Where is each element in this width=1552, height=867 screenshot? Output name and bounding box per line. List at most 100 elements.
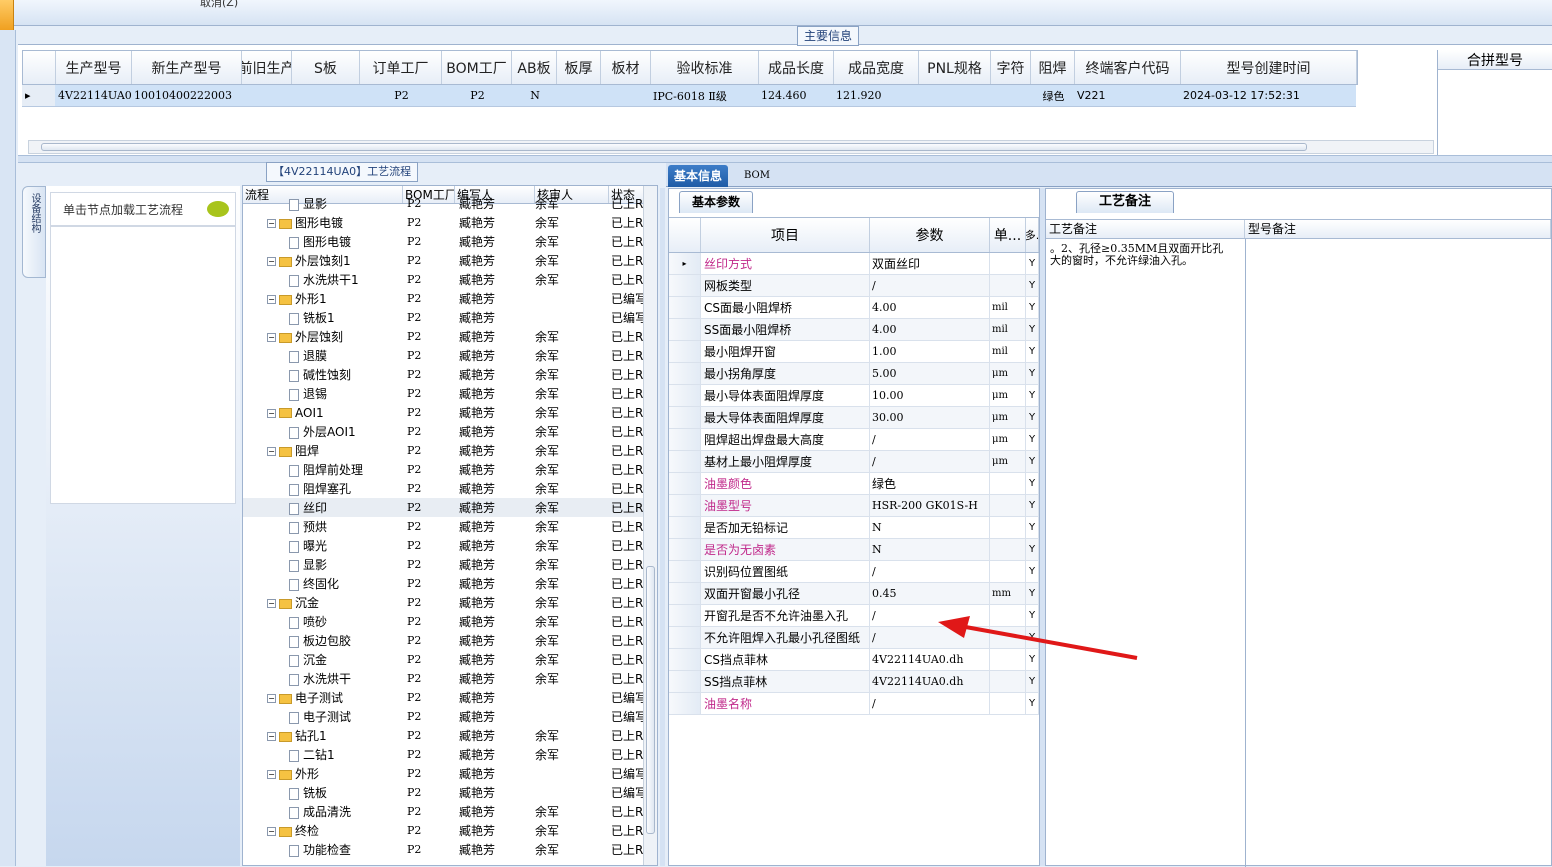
tree-node[interactable]: 预烘 xyxy=(289,518,327,535)
params-col-multi[interactable]: 多. xyxy=(1026,218,1039,252)
tree-row[interactable]: − 外形 P2 臧艳芳 已编写 xyxy=(243,764,647,783)
tree-row[interactable]: − 外层蚀刻1 P2 臧艳芳 余军 已上R xyxy=(243,251,643,270)
collapse-icon[interactable]: − xyxy=(267,447,276,456)
main-col-header[interactable]: 板厚 xyxy=(557,51,601,84)
param-value[interactable]: 30.00 xyxy=(870,407,990,428)
param-value[interactable]: 双面丝印 xyxy=(870,253,990,274)
process-notes-text[interactable]: 。2、孔径≥0.35MM且双面开比孔大的窗时，不允许绿油入孔。 xyxy=(1050,243,1228,267)
main-col-header[interactable]: 升级前旧生产型号 xyxy=(242,51,292,84)
scrollbar-thumb[interactable] xyxy=(646,566,655,834)
collapse-icon[interactable]: − xyxy=(267,295,276,304)
main-cell[interactable]: 124.460 xyxy=(758,85,833,106)
param-value[interactable]: / xyxy=(870,275,990,296)
tree-row[interactable]: − 终检 P2 臧艳芳 余军 已上R xyxy=(243,821,643,840)
main-col-header[interactable]: 板材 xyxy=(601,51,651,84)
main-col-header[interactable]: 新生产型号 xyxy=(132,51,242,84)
main-cell[interactable] xyxy=(918,85,990,106)
tree-node[interactable]: − 外形1 xyxy=(267,290,327,307)
horizontal-splitter[interactable] xyxy=(18,155,1552,163)
param-value[interactable]: 4V22114UA0.dh xyxy=(870,671,990,692)
tree-row[interactable]: 电子测试 P2 臧艳芳 已编写 xyxy=(243,707,647,726)
tree-row[interactable]: 显影 P2 臧艳芳 余军 已上R xyxy=(243,555,643,574)
tree-node[interactable]: 电子测试 xyxy=(289,708,351,725)
param-row[interactable]: 油墨名称 / Y xyxy=(669,693,1039,715)
collapse-icon[interactable]: − xyxy=(267,333,276,342)
tab-basic-info[interactable]: 基本信息 xyxy=(668,165,729,187)
tree-node[interactable]: 丝印 xyxy=(289,499,327,516)
tree-row[interactable]: 喷砂 P2 臧艳芳 余军 已上R xyxy=(243,612,643,631)
param-value[interactable]: / xyxy=(870,561,990,582)
tree-node[interactable]: 碱性蚀刻 xyxy=(289,366,351,383)
main-col-header[interactable]: 阻焊 xyxy=(1031,51,1075,84)
param-row[interactable]: 最小阻焊开窗 1.00 mil Y xyxy=(669,341,1039,363)
tree-node[interactable]: − 终检 xyxy=(267,822,319,839)
tree-row[interactable]: 板边包胶 P2 臧艳芳 余军 已上R xyxy=(243,631,643,650)
tree-row[interactable]: 退膜 P2 臧艳芳 余军 已上R xyxy=(243,346,643,365)
tree-node[interactable]: 退锡 xyxy=(289,385,327,402)
tree-node[interactable]: 外层AOI1 xyxy=(289,423,356,440)
param-value[interactable]: 5.00 xyxy=(870,363,990,384)
tree-node[interactable]: 成品清洗 xyxy=(289,803,351,820)
param-row[interactable]: 最大导体表面阻焊厚度 30.00 μm Y xyxy=(669,407,1039,429)
tree-row[interactable]: 阻焊前处理 P2 臧艳芳 余军 已上R xyxy=(243,460,643,479)
main-col-header[interactable]: 订单工厂 xyxy=(360,51,442,84)
tree-row[interactable]: − AOI1 P2 臧艳芳 余军 已上R xyxy=(243,403,643,422)
scrollbar-thumb[interactable] xyxy=(41,143,1307,151)
param-row[interactable]: 是否加无铅标记 N Y xyxy=(669,517,1039,539)
collapse-icon[interactable]: − xyxy=(267,770,276,779)
orange-side-tab[interactable] xyxy=(0,0,14,30)
param-row[interactable]: 油墨颜色 绿色 Y xyxy=(669,473,1039,495)
params-col-item[interactable]: 项目 xyxy=(701,218,870,252)
tree-row[interactable]: 预烘 P2 臧艳芳 余军 已上R xyxy=(243,517,643,536)
cancel-button[interactable]: 取消(Z) xyxy=(200,0,238,10)
main-cell[interactable]: N xyxy=(511,85,556,106)
main-col-header[interactable]: S板 xyxy=(292,51,360,84)
tree-node[interactable]: 退膜 xyxy=(289,347,327,364)
param-value[interactable]: 1.00 xyxy=(870,341,990,362)
main-cell[interactable] xyxy=(556,85,600,106)
param-row[interactable]: 油墨型号 HSR-200 GK01S-H Y xyxy=(669,495,1039,517)
param-value[interactable]: N xyxy=(870,539,990,560)
param-value[interactable]: 4.00 xyxy=(870,297,990,318)
tree-row[interactable]: 铣板1 P2 臧艳芳 已编写 xyxy=(243,308,647,327)
tree-row[interactable]: 退锡 P2 臧艳芳 余军 已上R xyxy=(243,384,643,403)
tree-row[interactable]: 曝光 P2 臧艳芳 余军 已上R xyxy=(243,536,643,555)
main-col-header[interactable]: 成品长度 xyxy=(759,51,834,84)
param-value[interactable]: 绿色 xyxy=(870,473,990,494)
param-row[interactable]: ▸ 丝印方式 双面丝印 Y xyxy=(669,253,1039,275)
vertical-splitter[interactable] xyxy=(660,188,665,866)
param-row[interactable]: SS挡点菲林 4V22114UA0.dh Y xyxy=(669,671,1039,693)
params-col-value[interactable]: 参数 xyxy=(870,218,990,252)
main-col-header[interactable]: 终端客户代码 xyxy=(1075,51,1181,84)
main-cell[interactable] xyxy=(990,85,1030,106)
param-row[interactable]: 阻焊超出焊盘最大高度 / μm Y xyxy=(669,429,1039,451)
main-col-header[interactable]: BOM工厂 xyxy=(442,51,512,84)
tree-node[interactable]: 二钻1 xyxy=(289,746,335,763)
tree-row[interactable]: 图形电镀 P2 臧艳芳 余军 已上R xyxy=(243,232,643,251)
tree-node[interactable]: 水洗烘干 xyxy=(289,670,351,687)
main-cell[interactable]: IPC-6018 Ⅱ级 xyxy=(650,85,758,106)
main-col-header[interactable]: 字符 xyxy=(991,51,1031,84)
tree-row[interactable]: 二钻1 P2 臧艳芳 余军 已上R xyxy=(243,745,643,764)
tree-node[interactable]: − 钻孔1 xyxy=(267,727,327,744)
param-row[interactable]: 双面开窗最小孔径 0.45 mm Y xyxy=(669,583,1039,605)
main-col-header[interactable]: 成品宽度 xyxy=(834,51,919,84)
main-cell[interactable]: P2 xyxy=(441,85,511,106)
param-value[interactable]: 0.45 xyxy=(870,583,990,604)
param-value[interactable]: 4.00 xyxy=(870,319,990,340)
param-row[interactable]: 识别码位置图纸 / Y xyxy=(669,561,1039,583)
tree-node[interactable]: 图形电镀 xyxy=(289,233,351,250)
tree-node[interactable]: 铣板1 xyxy=(289,309,335,326)
tree-node[interactable]: − 电子测试 xyxy=(267,689,343,706)
param-value[interactable]: / xyxy=(870,429,990,450)
tree-node[interactable]: 阻焊塞孔 xyxy=(289,480,351,497)
tree-row[interactable]: − 电子测试 P2 臧艳芳 已编写 xyxy=(243,688,647,707)
main-cell[interactable] xyxy=(600,85,650,106)
param-row[interactable]: 是否为无卤素 N Y xyxy=(669,539,1039,561)
main-cell[interactable]: 121.920 xyxy=(833,85,918,106)
main-cell[interactable]: V221 xyxy=(1074,85,1180,106)
main-col-header[interactable]: AB板 xyxy=(512,51,557,84)
tree-node[interactable]: − 图形电镀 xyxy=(267,214,343,231)
main-cell[interactable]: 2024-03-12 17:52:31 xyxy=(1180,85,1356,106)
param-row[interactable]: SS面最小阻焊桥 4.00 mil Y xyxy=(669,319,1039,341)
